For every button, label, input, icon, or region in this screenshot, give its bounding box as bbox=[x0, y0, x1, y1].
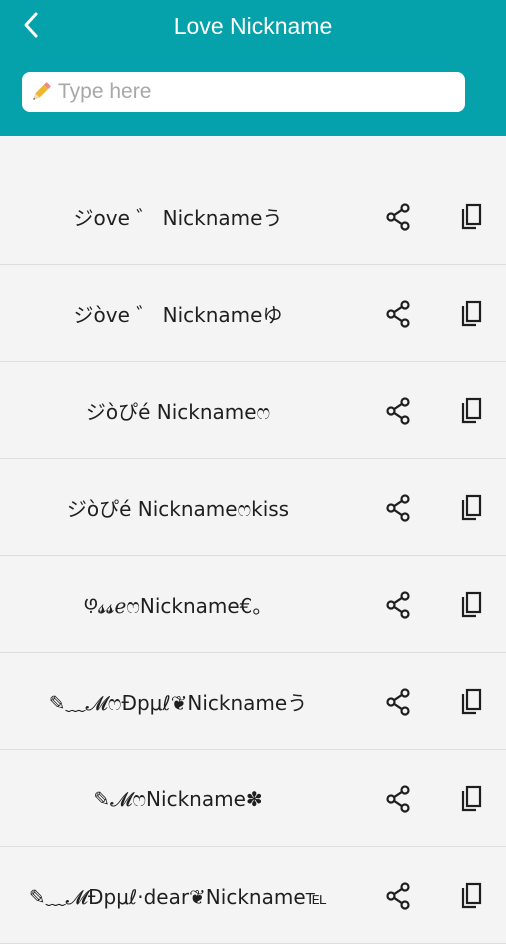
nickname-text[interactable]: ✎﹏𝓜ෆĐpμℓ❦Nicknameう bbox=[0, 653, 356, 750]
share-icon bbox=[386, 591, 410, 619]
nickname-text[interactable]: ジòぴé Nicknameෆkiss bbox=[0, 459, 356, 556]
copy-button[interactable] bbox=[455, 492, 487, 524]
share-button[interactable] bbox=[382, 395, 414, 427]
copy-button[interactable] bbox=[455, 686, 487, 718]
share-button[interactable] bbox=[382, 589, 414, 621]
copy-icon bbox=[461, 591, 482, 618]
copy-button[interactable] bbox=[455, 201, 487, 233]
list-item: ✎﹏𝓜ෆĐpμℓ❦Nicknameう bbox=[0, 653, 506, 750]
share-button[interactable] bbox=[382, 686, 414, 718]
copy-button[interactable] bbox=[455, 298, 487, 330]
copy-button[interactable] bbox=[455, 783, 487, 815]
search-input[interactable] bbox=[58, 75, 448, 109]
page-title: Love Nickname bbox=[173, 13, 333, 39]
share-button[interactable] bbox=[382, 298, 414, 330]
copy-button[interactable] bbox=[455, 880, 487, 912]
share-button[interactable] bbox=[382, 880, 414, 912]
nickname-text[interactable]: ジòve ゛ Nicknameゆ bbox=[0, 265, 356, 362]
share-button[interactable] bbox=[382, 201, 414, 233]
list-item: ✎﹏𝓜Đpμℓ·dear❦Nickname℡ bbox=[0, 847, 506, 944]
list-item: ジòve ゛ Nicknameゆ bbox=[0, 265, 506, 362]
list-item: ジove ゛ Nicknameう bbox=[0, 168, 506, 265]
copy-icon bbox=[461, 882, 482, 909]
search-box[interactable] bbox=[22, 72, 465, 112]
nickname-list: ジove ゛ Nicknameう ジòve ゛ Nicknameゆ ジòぴé N… bbox=[0, 168, 506, 944]
copy-icon bbox=[461, 494, 482, 521]
copy-icon bbox=[461, 688, 482, 715]
copy-button[interactable] bbox=[455, 395, 487, 427]
copy-button[interactable] bbox=[455, 589, 487, 621]
app-header: Love Nickname bbox=[0, 0, 506, 136]
list-item: ジòぴé Nicknameෆ bbox=[0, 362, 506, 459]
share-icon bbox=[386, 494, 410, 522]
share-icon bbox=[386, 300, 410, 328]
share-icon bbox=[386, 882, 410, 910]
share-icon bbox=[386, 397, 410, 425]
list-item: ꚩ𝓼𝓼ℯෆNickname€。 bbox=[0, 556, 506, 653]
share-icon bbox=[386, 203, 410, 231]
copy-icon bbox=[461, 203, 482, 230]
nickname-text[interactable]: ✎﹏𝓜Đpμℓ·dear❦Nickname℡ bbox=[0, 847, 356, 944]
share-button[interactable] bbox=[382, 783, 414, 815]
share-button[interactable] bbox=[382, 492, 414, 524]
copy-icon bbox=[461, 300, 482, 327]
share-icon bbox=[386, 688, 410, 716]
nickname-text[interactable]: ꚩ𝓼𝓼ℯෆNickname€。 bbox=[0, 556, 356, 653]
copy-icon bbox=[461, 397, 482, 424]
list-item: ジòぴé Nicknameෆkiss bbox=[0, 459, 506, 556]
share-icon bbox=[386, 785, 410, 813]
pencil-icon bbox=[28, 79, 54, 105]
nickname-text[interactable]: ジòぴé Nicknameෆ bbox=[0, 362, 356, 459]
nickname-text[interactable]: ✎𝓜ෆNickname✽ bbox=[0, 750, 356, 847]
nickname-text[interactable]: ジove ゛ Nicknameう bbox=[0, 168, 356, 265]
copy-icon bbox=[461, 785, 482, 812]
list-item: ✎𝓜ෆNickname✽ bbox=[0, 750, 506, 847]
